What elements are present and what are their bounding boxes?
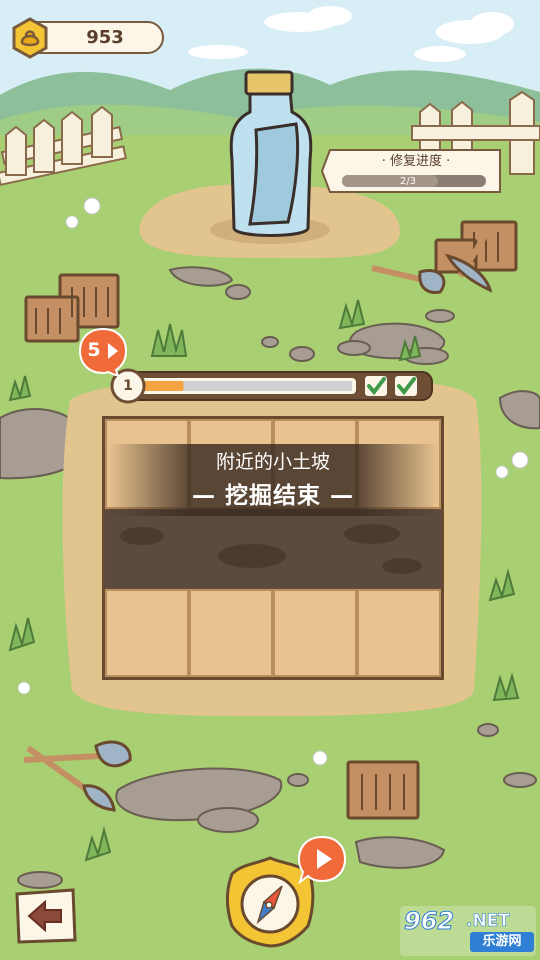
watermark-suffix: .NET (466, 911, 511, 932)
check-icon (363, 374, 389, 398)
dig-progress-fill (144, 381, 184, 391)
repair-progress-value: 2/3 (399, 176, 417, 187)
video-reward-button[interactable] (296, 834, 348, 886)
repair-progress-title: · 修复进度 · (381, 154, 451, 169)
check-icon (393, 374, 419, 398)
watermark-subtitle: 乐游网 (470, 932, 534, 952)
dig-location-name: 附近的小土坡 (215, 451, 330, 473)
dig-tiles-bottom (105, 589, 441, 677)
coin-count: 953 (86, 27, 124, 48)
back-button[interactable] (13, 888, 77, 944)
dig-progress-bar (110, 368, 433, 404)
dig-status-text: — 挖掘结束 — (191, 483, 354, 509)
timer-count: 5 (87, 339, 101, 361)
watermark-number: 962 (404, 907, 455, 936)
dig-level-number: 1 (123, 378, 133, 394)
gold-coin-icon (12, 17, 48, 59)
